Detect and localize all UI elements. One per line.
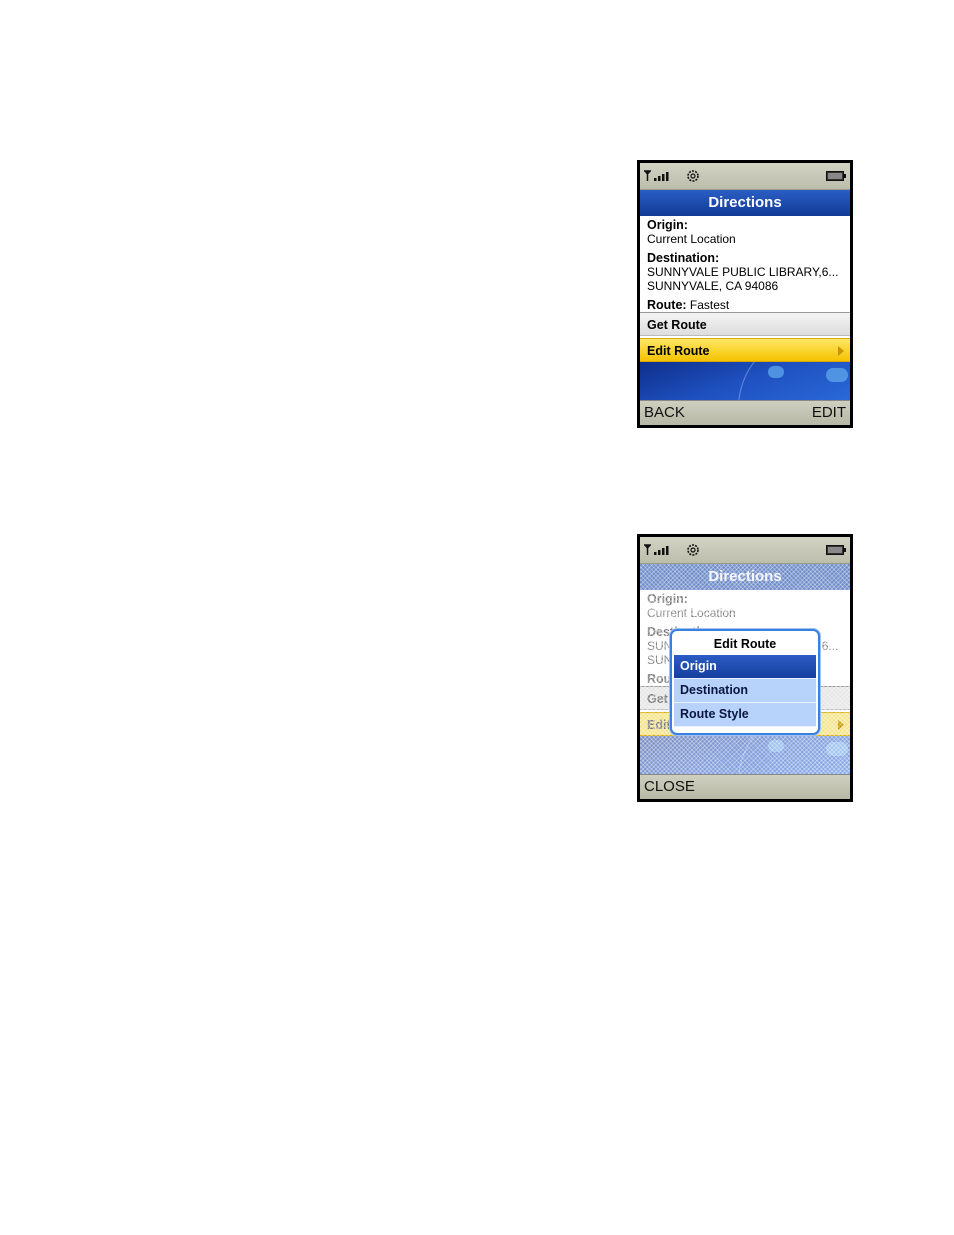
phone-screenshot-directions: Directions Origin: Current Location Dest… xyxy=(637,160,853,428)
softkey-bar: CLOSE xyxy=(640,774,850,799)
origin-value: Current Location xyxy=(647,232,736,246)
globe-banner-image xyxy=(640,736,850,774)
phone-screenshot-edit-route-popup: Directions Origin: Current Location Dest… xyxy=(637,534,853,802)
screen-title: Directions xyxy=(640,564,850,590)
origin-label: Origin: xyxy=(647,218,688,232)
get-route-menu-item[interactable]: Get Route xyxy=(640,312,850,336)
close-softkey[interactable]: CLOSE xyxy=(644,775,695,799)
battery-icon xyxy=(826,545,846,555)
destination-line2: SUNNYVALE, CA 94086 xyxy=(647,279,779,293)
battery-icon xyxy=(826,171,846,181)
signal-bars-icon xyxy=(644,170,669,181)
status-bar xyxy=(640,537,850,564)
back-softkey[interactable]: BACK xyxy=(644,401,685,425)
route-value: Fastest xyxy=(689,298,730,312)
signal-bars-icon xyxy=(644,544,669,555)
origin-value: Current Location xyxy=(647,606,736,620)
arrow-right-icon xyxy=(838,720,844,730)
phone-screen: Directions Origin: Current Location Dest… xyxy=(640,163,850,425)
gear-icon xyxy=(687,544,699,556)
directions-summary: Origin: Current Location Destination: SU… xyxy=(640,216,850,312)
edit-route-label: Edit Route xyxy=(647,344,710,358)
arrow-right-icon xyxy=(838,346,844,356)
origin-label: Origin: xyxy=(647,592,688,606)
popup-title: Edit Route xyxy=(713,637,777,651)
edit-softkey[interactable]: EDIT xyxy=(812,401,846,425)
route-label: Route: xyxy=(647,298,687,312)
popup-option-route-style[interactable]: Route Style xyxy=(674,703,816,727)
edit-route-popup: Edit Route Origin Destination Route Styl… xyxy=(670,629,820,735)
get-route-label: Get Route xyxy=(647,318,707,332)
status-bar xyxy=(640,163,850,190)
edit-route-menu-item[interactable]: Edit Route xyxy=(640,338,850,362)
popup-option-destination[interactable]: Destination xyxy=(674,679,816,703)
screen-title: Directions xyxy=(640,190,850,216)
softkey-bar: BACK EDIT xyxy=(640,400,850,425)
popup-option-origin[interactable]: Origin xyxy=(674,655,816,679)
destination-line1: SUNNYVALE PUBLIC LIBRARY,6... xyxy=(647,265,839,279)
globe-banner-image xyxy=(640,362,850,400)
gear-icon xyxy=(687,170,699,182)
destination-label: Destination: xyxy=(647,251,720,265)
phone-screen: Directions Origin: Current Location Dest… xyxy=(640,537,850,799)
